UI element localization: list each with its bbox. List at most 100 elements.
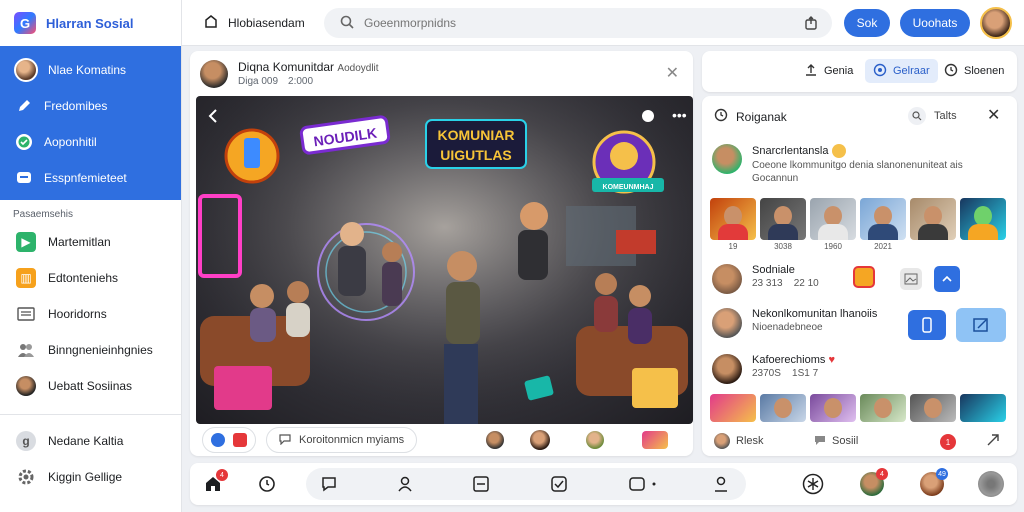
search-button[interactable]: Sok — [844, 9, 890, 37]
item-stat: 23 313 — [752, 278, 783, 289]
post-time: Diga 009 — [238, 76, 279, 87]
more-icon[interactable]: ••• — [672, 107, 687, 123]
avatar[interactable] — [530, 430, 550, 450]
sidebar-item-settings[interactable]: Kiggin Gellige — [0, 459, 181, 495]
item-name: Kafoerechioms — [752, 354, 826, 366]
sidebar-item-martemitlan[interactable]: ▶ Martemitlan — [0, 224, 181, 260]
sidebar-item-profile[interactable]: Nlae Komatins — [0, 52, 181, 88]
button-label: Sloenen — [964, 65, 1005, 77]
post-author[interactable]: Diqna Komunitdar Aodoydlit — [238, 60, 379, 74]
thumbnail[interactable] — [810, 198, 856, 240]
search-bar[interactable] — [324, 8, 832, 38]
thumbnail[interactable] — [910, 198, 956, 240]
brand[interactable]: G Hlarran Sosial — [0, 0, 181, 46]
check-square-icon[interactable] — [548, 473, 570, 495]
share-icon[interactable] — [804, 16, 818, 33]
thumbnail-caption — [910, 242, 956, 251]
star-icon[interactable] — [802, 473, 824, 495]
avatar[interactable]: 4 — [860, 468, 888, 496]
profile-icon[interactable] — [710, 473, 732, 495]
sidebar-item-label: Uebatt Sosiinas — [48, 379, 133, 393]
post-card: Diqna Komunitdar Aodoydlit Diga 009 2:00… — [190, 51, 693, 456]
app-name: Hlarran Sosial — [46, 15, 134, 31]
notification-badge: 4 — [216, 469, 228, 481]
sidebar-item-kaltia[interactable]: g Nedane Kaltia — [0, 423, 181, 459]
thumbnail[interactable] — [710, 394, 756, 422]
like-icon — [211, 433, 225, 447]
chat-icon — [14, 168, 34, 188]
thumbnail[interactable] — [810, 394, 856, 422]
nav-pill — [306, 468, 746, 500]
item-title: Kafoerechioms ♥ — [752, 354, 835, 366]
messages-icon[interactable] — [626, 473, 662, 495]
thumbnail[interactable] — [960, 198, 1006, 240]
sidebar-item-approved[interactable]: Aoponhitil — [0, 124, 181, 160]
footer-item[interactable]: Sosiil — [814, 434, 858, 449]
comment-button[interactable]: Koroitonmicn myiams — [266, 427, 418, 453]
action-button[interactable]: Uoohats — [900, 9, 970, 37]
sidebar-item-messages[interactable]: Esspnfemieteet — [0, 160, 181, 196]
post-media[interactable]: NOUDILK KOMUNIAR UIGUTLAS KOMEUNMHAJ ••• — [196, 96, 693, 424]
selected-button[interactable]: Gelraar — [865, 59, 938, 83]
item-stat: 1S1 7 — [792, 368, 819, 379]
heart-icon: ♥ — [828, 354, 835, 366]
close-icon[interactable]: ✕ — [666, 63, 679, 83]
reactions-pill[interactable] — [202, 427, 256, 453]
sync-icon[interactable] — [934, 266, 960, 292]
thumbnail[interactable] — [960, 394, 1006, 422]
info-icon — [873, 63, 887, 80]
thumbnail[interactable] — [860, 394, 906, 422]
list-item[interactable]: Snarcrlentansla Coeone lkommunitgo denia… — [712, 144, 963, 184]
section-label: Pasaemsehis — [13, 209, 74, 220]
gallery-icon[interactable] — [853, 266, 875, 288]
sidebar-item-social[interactable]: Uebatt Sosiinas — [0, 368, 181, 404]
avatar[interactable] — [486, 431, 504, 449]
list-item[interactable]: Sodniale 23 313 22 10 — [712, 264, 819, 294]
thumbnail[interactable] — [860, 198, 906, 240]
image-icon[interactable] — [900, 268, 922, 290]
share-button[interactable]: Genia — [796, 59, 861, 83]
avatar — [712, 308, 742, 338]
avatar[interactable] — [586, 431, 604, 449]
minus-square-icon[interactable] — [470, 473, 492, 495]
close-icon[interactable]: ✕ — [987, 105, 1000, 125]
people-icon[interactable] — [394, 473, 416, 495]
comment-label: Koroitonmicn myiams — [299, 434, 405, 446]
chat-icon[interactable] — [318, 473, 340, 495]
clock-icon[interactable] — [256, 473, 278, 495]
phone-icon[interactable] — [908, 310, 946, 340]
sound-icon[interactable] — [642, 110, 654, 122]
avatar[interactable]: 49 — [920, 468, 948, 496]
panel-title-text: Roiganak — [736, 109, 787, 124]
item-stat: 2370S — [752, 368, 781, 379]
list-item[interactable]: Nekonlkomunitan lhanoiis Nioenadebneoe — [712, 308, 877, 338]
thumbnail[interactable] — [760, 198, 806, 240]
bottom-nav: 4 4 49 — [190, 463, 1017, 505]
sidebar: G Hlarran Sosial Nlae Komatins Fredomibe… — [0, 0, 182, 512]
sidebar-item-hooridorns[interactable]: Hooridorns — [0, 296, 181, 332]
sidebar-item-label: Hooridorns — [48, 307, 107, 321]
share-arrow-icon[interactable] — [986, 433, 1000, 450]
sidebar-item-edtonteniehs[interactable]: ▥ Edtonteniehs — [0, 260, 181, 296]
panel-tab[interactable]: Talts — [908, 105, 957, 127]
item-name: Nekonlkomunitan lhanoiis — [752, 308, 878, 320]
settings-button[interactable]: Sloenen — [936, 59, 1012, 83]
thumbnail[interactable] — [710, 198, 756, 240]
thumbnail[interactable] — [642, 431, 668, 449]
footer-item[interactable]: Rlesk — [714, 433, 764, 449]
avatar[interactable] — [200, 59, 228, 88]
edit-icon[interactable] — [956, 308, 1006, 342]
thumbnail[interactable] — [760, 394, 806, 422]
clock-icon — [944, 63, 958, 80]
list-item[interactable]: Kafoerechioms ♥ 2370S 1S1 7 — [712, 354, 835, 384]
emblem-badge-text: KOMEUNMHAJ — [603, 184, 654, 191]
search-input[interactable] — [364, 16, 784, 30]
media-icon: ▶ — [16, 232, 36, 252]
home-icon[interactable]: 4 — [202, 469, 228, 495]
sidebar-item-feed[interactable]: Fredomibes — [0, 88, 181, 124]
thumbnail[interactable] — [910, 394, 956, 422]
sidebar-item-label: Nlae Komatins — [48, 63, 127, 77]
menu-grid-icon[interactable] — [978, 471, 1004, 497]
sidebar-item-groups[interactable]: Binngnenieinhgnies — [0, 332, 181, 368]
avatar[interactable] — [980, 7, 1012, 39]
